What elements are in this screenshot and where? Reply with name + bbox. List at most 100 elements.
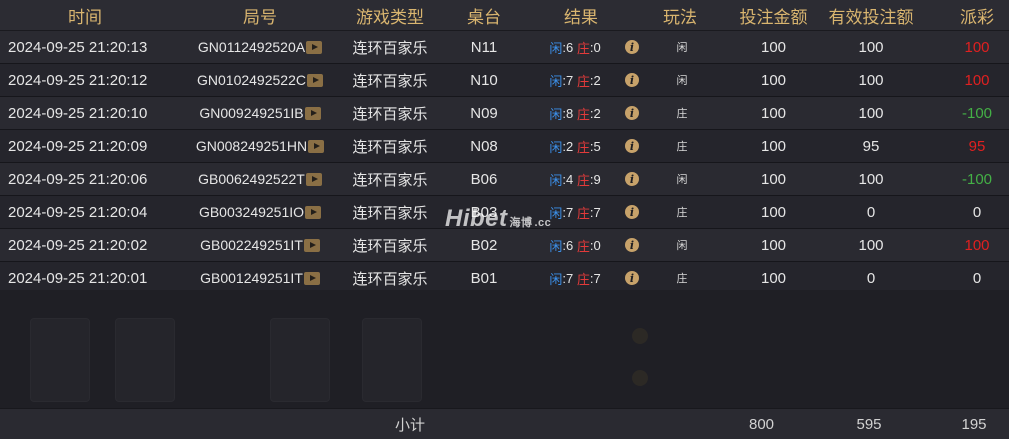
replay-play-icon[interactable] bbox=[306, 40, 323, 54]
row-round-id: GN0102492522C bbox=[180, 64, 340, 96]
row-bet-amount: 100 bbox=[760, 236, 787, 254]
row-bet-amount: 100 bbox=[760, 71, 787, 89]
result-player-label: 闲 bbox=[549, 139, 563, 155]
watermark-logo: Hibet 海博 .cc bbox=[445, 205, 551, 233]
row-details: i bbox=[622, 64, 642, 96]
round-id-text: GB003249251IO bbox=[198, 204, 305, 220]
result-player-value: :6 bbox=[562, 39, 574, 55]
ghost-card bbox=[270, 318, 330, 402]
row-result: 闲:4 庄:9 bbox=[528, 163, 622, 195]
replay-play-icon[interactable] bbox=[306, 73, 323, 87]
result-player-label: 闲 bbox=[549, 106, 563, 122]
info-icon[interactable]: i bbox=[625, 238, 639, 252]
bet-rows: 2024-09-25 21:20:13 GN0112492520A 连环百家乐 … bbox=[0, 31, 1009, 295]
row-time: 2024-09-25 21:20:04 bbox=[8, 203, 148, 221]
bet-history-panel: 时间 局号 游戏类型 桌台 结果 玩法 投注金额 有效投注额 派彩 2024-0… bbox=[0, 0, 1009, 439]
row-table: N09 bbox=[470, 104, 498, 122]
row-round-id: GN009249251IB bbox=[180, 97, 340, 129]
result-banker-label: 庄 bbox=[576, 271, 590, 287]
row-table: B06 bbox=[470, 170, 498, 188]
result-player-label: 闲 bbox=[549, 172, 563, 188]
ghost-chip bbox=[632, 370, 648, 386]
replay-play-icon[interactable] bbox=[304, 106, 321, 120]
row-details: i bbox=[622, 196, 642, 228]
info-icon[interactable]: i bbox=[625, 172, 639, 186]
row-table: N10 bbox=[470, 71, 498, 89]
result-player-label: 闲 bbox=[549, 73, 563, 89]
info-icon[interactable]: i bbox=[625, 205, 639, 219]
row-bet-amount: 100 bbox=[760, 104, 787, 122]
replay-play-icon[interactable] bbox=[303, 238, 320, 252]
subtotal-row: 小计 800 595 195 bbox=[0, 408, 1009, 439]
info-icon[interactable]: i bbox=[625, 106, 639, 120]
row-payout: -100 bbox=[961, 104, 993, 122]
header-game-type: 游戏类型 bbox=[356, 7, 424, 27]
row-valid-bet: 0 bbox=[866, 203, 876, 221]
row-play-type: 闲 bbox=[676, 174, 688, 186]
watermark-suffix: .cc bbox=[534, 217, 552, 229]
row-details: i bbox=[622, 163, 642, 195]
subtotal-valid-bet: 595 bbox=[856, 415, 882, 433]
table-row: 2024-09-25 21:20:10 GN009249251IB 连环百家乐 … bbox=[0, 97, 1009, 130]
watermark-brand: Hibet bbox=[445, 205, 508, 232]
result-player-value: :2 bbox=[562, 138, 574, 154]
row-time: 2024-09-25 21:20:09 bbox=[8, 137, 148, 155]
row-valid-bet: 100 bbox=[858, 236, 884, 254]
row-round-id: GB003249251IO bbox=[180, 196, 340, 228]
row-play-type: 闲 bbox=[676, 75, 688, 87]
row-game-type: 连环百家乐 bbox=[352, 138, 428, 156]
subtotal-label: 小计 bbox=[394, 416, 425, 434]
row-time: 2024-09-25 21:20:10 bbox=[8, 104, 148, 122]
replay-play-icon[interactable] bbox=[308, 139, 325, 153]
header-valid-bet: 有效投注额 bbox=[828, 7, 914, 27]
table-row: 2024-09-25 21:20:13 GN0112492520A 连环百家乐 … bbox=[0, 31, 1009, 64]
replay-play-icon[interactable] bbox=[305, 172, 322, 186]
result-banker-value: :7 bbox=[589, 204, 601, 220]
round-id-text: GB0062492522T bbox=[198, 171, 305, 187]
replay-play-icon[interactable] bbox=[305, 205, 322, 219]
info-icon[interactable]: i bbox=[625, 73, 639, 87]
row-game-type: 连环百家乐 bbox=[352, 39, 428, 57]
result-banker-value: :0 bbox=[589, 237, 601, 253]
row-time: 2024-09-25 21:20:12 bbox=[8, 71, 148, 89]
info-icon[interactable]: i bbox=[625, 271, 639, 285]
result-banker-value: :5 bbox=[589, 138, 601, 154]
result-banker-label: 庄 bbox=[576, 106, 590, 122]
row-payout: -100 bbox=[961, 170, 993, 188]
row-valid-bet: 100 bbox=[858, 170, 884, 188]
row-table: B02 bbox=[470, 236, 498, 254]
row-table: N08 bbox=[470, 137, 498, 155]
row-payout: 95 bbox=[968, 137, 986, 155]
row-result: 闲:6 庄:0 bbox=[528, 31, 622, 63]
row-play-type: 庄 bbox=[676, 207, 688, 219]
row-game-type: 连环百家乐 bbox=[352, 105, 428, 123]
row-result: 闲:2 庄:5 bbox=[528, 130, 622, 162]
ghost-chip bbox=[632, 328, 648, 344]
result-player-value: :7 bbox=[562, 72, 574, 88]
row-game-type: 连环百家乐 bbox=[352, 171, 428, 189]
result-banker-label: 庄 bbox=[576, 139, 590, 155]
table-row: 2024-09-25 21:20:09 GN008249251HN 连环百家乐 … bbox=[0, 130, 1009, 163]
watermark-sub: 海博 bbox=[509, 217, 533, 229]
info-icon[interactable]: i bbox=[625, 40, 639, 54]
result-player-value: :7 bbox=[562, 270, 574, 286]
row-result: 闲:8 庄:2 bbox=[528, 97, 622, 129]
subtotal-bet: 800 bbox=[748, 415, 775, 433]
header-payout: 派彩 bbox=[960, 7, 994, 27]
background-game-table bbox=[0, 290, 1009, 408]
row-round-id: GN0112492520A bbox=[180, 31, 340, 63]
replay-play-icon[interactable] bbox=[303, 271, 320, 285]
row-table: N11 bbox=[470, 38, 498, 56]
table-row: 2024-09-25 21:20:12 GN0102492522C 连环百家乐 … bbox=[0, 64, 1009, 97]
row-game-type: 连环百家乐 bbox=[352, 72, 428, 90]
result-banker-value: :7 bbox=[589, 270, 601, 286]
round-id-text: GB002249251IT bbox=[200, 237, 303, 253]
subtotal-payout: 195 bbox=[961, 415, 987, 433]
row-play-type: 闲 bbox=[676, 42, 688, 54]
table-header: 时间 局号 游戏类型 桌台 结果 玩法 投注金额 有效投注额 派彩 bbox=[0, 0, 1009, 31]
header-round-id: 局号 bbox=[243, 7, 277, 27]
result-banker-label: 庄 bbox=[576, 205, 590, 221]
result-player-value: :6 bbox=[562, 237, 574, 253]
row-time: 2024-09-25 21:20:06 bbox=[8, 170, 148, 188]
info-icon[interactable]: i bbox=[625, 139, 639, 153]
